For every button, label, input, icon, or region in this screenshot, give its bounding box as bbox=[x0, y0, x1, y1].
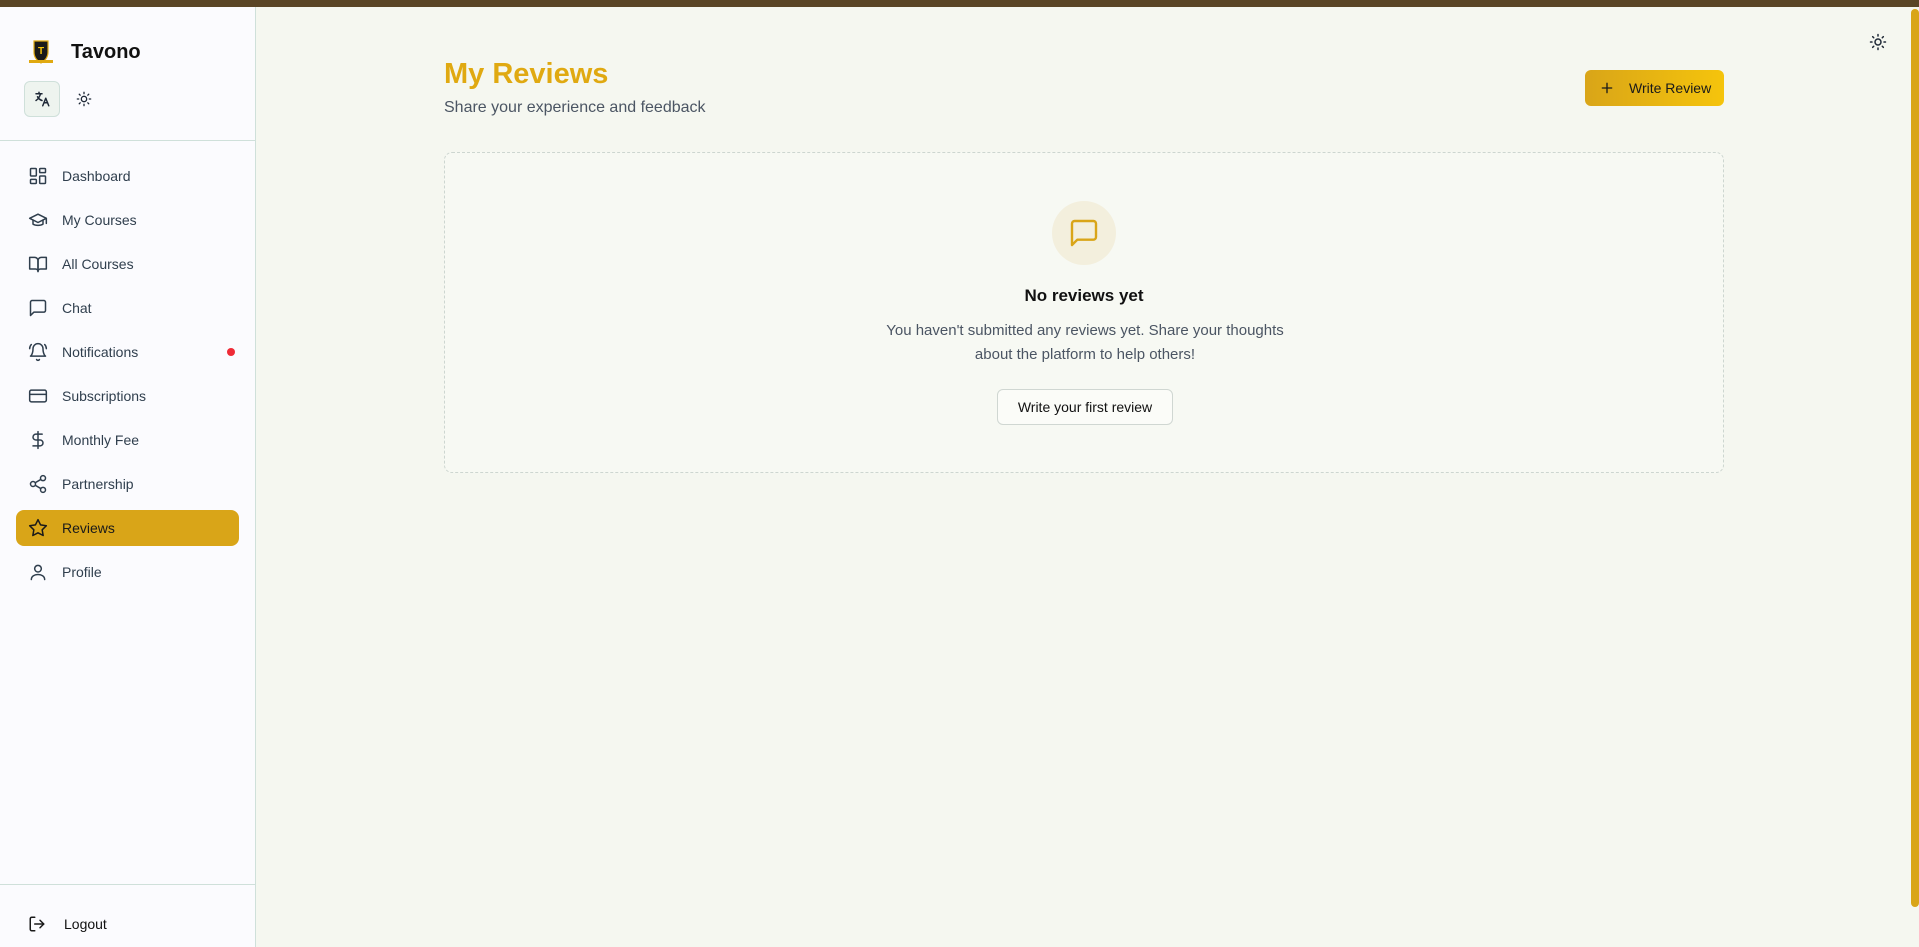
sidebar-item-chat[interactable]: Chat bbox=[16, 290, 239, 326]
theme-toggle-icon[interactable] bbox=[1869, 33, 1887, 51]
brand-name: Tavono bbox=[71, 40, 141, 63]
empty-state-card: No reviews yet You haven't submitted any… bbox=[444, 152, 1724, 473]
sidebar-divider bbox=[0, 140, 255, 141]
write-review-button[interactable]: Write Review bbox=[1585, 70, 1724, 106]
top-bar bbox=[0, 0, 1919, 7]
credit-card-icon bbox=[28, 389, 48, 403]
sidebar-item-label: All Courses bbox=[62, 256, 134, 272]
empty-state-title: No reviews yet bbox=[1024, 286, 1144, 305]
sidebar-item-label: Partnership bbox=[62, 476, 134, 492]
sidebar-item-label: Reviews bbox=[62, 520, 115, 536]
message-square-icon bbox=[1070, 219, 1098, 247]
sidebar-item-my-courses[interactable]: My Courses bbox=[16, 202, 239, 238]
chat-icon bbox=[29, 299, 47, 317]
book-open-icon bbox=[28, 256, 48, 273]
sidebar-item-notifications[interactable]: Notifications bbox=[16, 334, 239, 370]
user-icon bbox=[30, 564, 46, 581]
plus-icon bbox=[1601, 82, 1613, 94]
page-title: My Reviews bbox=[444, 58, 609, 90]
logout-icon bbox=[29, 916, 45, 932]
sidebar-item-all-courses[interactable]: All Courses bbox=[16, 246, 239, 282]
svg-text:T: T bbox=[38, 46, 44, 57]
sidebar-item-label: Chat bbox=[62, 300, 92, 316]
page-subtitle: Share your experience and feedback bbox=[444, 99, 706, 116]
sidebar-item-subscriptions[interactable]: Subscriptions bbox=[16, 378, 239, 414]
sidebar-item-label: My Courses bbox=[62, 212, 137, 228]
sidebar-item-dashboard[interactable]: Dashboard bbox=[16, 158, 239, 194]
sidebar-nav: Dashboard My Courses All Courses Chat No… bbox=[16, 158, 239, 598]
sidebar-item-profile[interactable]: Profile bbox=[16, 554, 239, 590]
bell-icon bbox=[28, 342, 48, 362]
sidebar-item-label: Dashboard bbox=[62, 168, 131, 184]
sidebar-item-reviews[interactable]: Reviews bbox=[16, 510, 239, 546]
graduation-cap-icon bbox=[28, 213, 48, 227]
star-icon bbox=[28, 518, 48, 537]
dashboard-icon bbox=[29, 167, 47, 185]
dollar-icon bbox=[32, 430, 44, 450]
translate-icon bbox=[35, 91, 50, 107]
sidebar-item-label: Monthly Fee bbox=[62, 432, 140, 448]
theme-toggle-button[interactable] bbox=[72, 87, 96, 111]
sidebar-tools bbox=[24, 81, 96, 117]
write-review-label: Write Review bbox=[1629, 80, 1712, 96]
sidebar-item-label: Subscriptions bbox=[62, 388, 147, 404]
logo-icon: T bbox=[26, 37, 56, 67]
sidebar-item-monthly-fee[interactable]: Monthly Fee bbox=[16, 422, 239, 458]
empty-state-message: You haven't submitted any reviews yet. S… bbox=[886, 322, 1284, 363]
logout-button[interactable]: Logout bbox=[28, 915, 107, 933]
empty-state-icon bbox=[1052, 201, 1116, 265]
brand[interactable]: T Tavono bbox=[26, 37, 141, 67]
sidebar-footer-divider bbox=[0, 884, 255, 885]
sun-icon bbox=[76, 91, 92, 107]
sidebar-item-label: Notifications bbox=[62, 344, 139, 360]
sidebar-item-label: Profile bbox=[62, 564, 102, 580]
sidebar-item-partnership[interactable]: Partnership bbox=[16, 466, 239, 502]
notification-dot bbox=[227, 348, 235, 356]
language-button[interactable] bbox=[24, 81, 60, 117]
share-icon bbox=[29, 474, 47, 494]
logout-label: Logout bbox=[64, 916, 107, 932]
scrollbar-thumb[interactable] bbox=[1911, 9, 1919, 907]
sidebar: T Tavono Dashboard My Courses All Course… bbox=[0, 7, 256, 947]
write-first-review-button[interactable]: Write your first review bbox=[997, 389, 1173, 425]
